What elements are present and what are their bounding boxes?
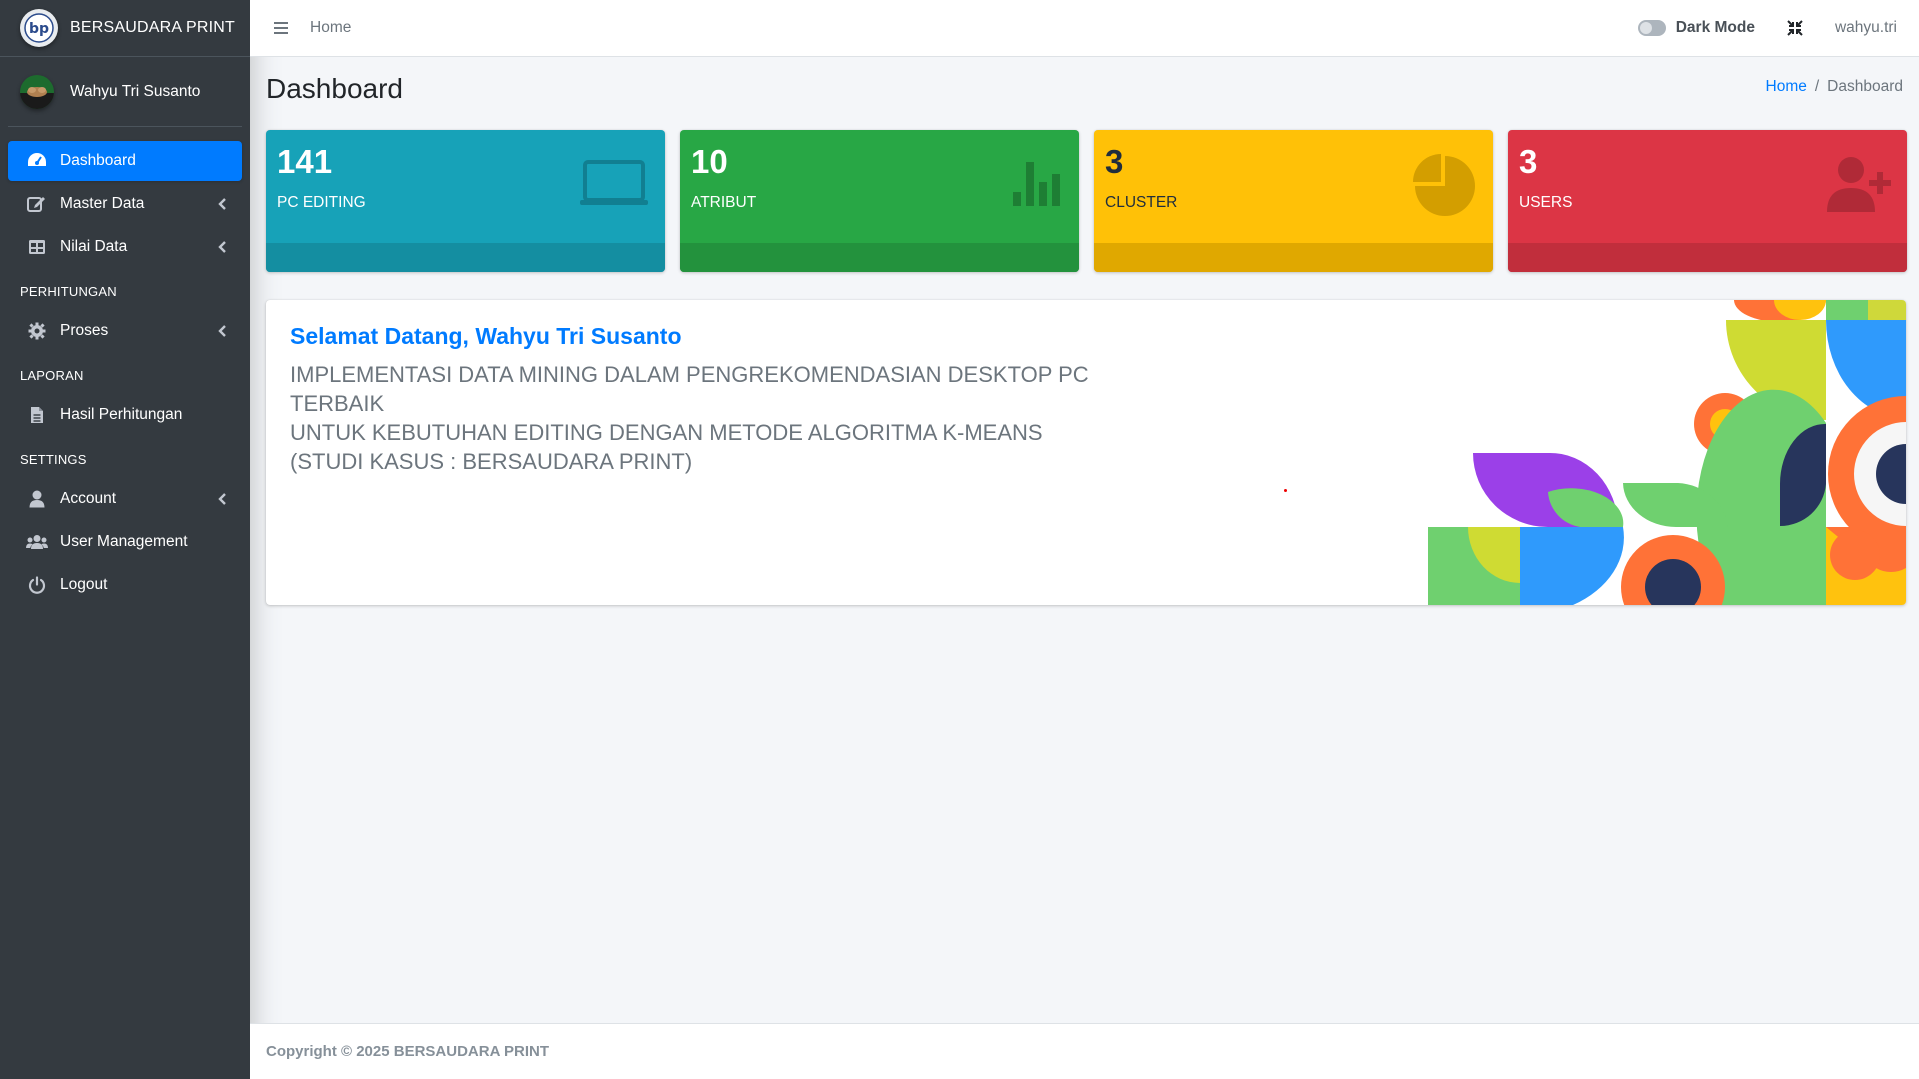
fullscreen-icon[interactable]: [1785, 18, 1805, 38]
stat-box-pc-editing[interactable]: 141 PC EDITING: [266, 130, 665, 272]
welcome-line-1: IMPLEMENTASI DATA MINING DALAM PENGREKOM…: [290, 362, 1089, 416]
user-avatar-icon: [20, 74, 54, 109]
document-icon: [26, 404, 48, 426]
stat-box-users[interactable]: 3 USERS: [1508, 130, 1907, 272]
stat-box-footer[interactable]: [1508, 243, 1907, 272]
breadcrumb-separator: /: [1814, 78, 1820, 95]
breadcrumb-current: Dashboard: [1827, 78, 1903, 95]
topbar: Home Dark Mode wahyu.tri: [250, 0, 1919, 57]
sidebar-nav: Dashboard Master Data Nilai Data PERHITU…: [0, 127, 250, 605]
bar-chart-icon: [1011, 160, 1065, 213]
chevron-left-icon: [216, 325, 228, 337]
nav-header-laporan: LAPORAN: [20, 368, 84, 383]
stat-box-footer[interactable]: [1094, 243, 1493, 272]
sidebar-item-label: Logout: [60, 576, 108, 593]
nav-header-perhitungan: PERHITUNGAN: [20, 284, 117, 299]
sidebar-item-hasil-perhitungan[interactable]: Hasil Perhitungan: [8, 395, 242, 435]
stat-box-atribut[interactable]: 10 ATRIBUT: [680, 130, 1079, 272]
top-nav-home-link[interactable]: Home: [310, 19, 351, 37]
user-plus-icon: [1827, 156, 1893, 217]
sidebar-item-label: Dashboard: [60, 152, 136, 169]
welcome-card: Selamat Datang, Wahyu Tri Susanto IMPLEM…: [266, 300, 1906, 605]
copyright-text: Copyright © 2025 BERSAUDARA PRINT: [266, 1043, 550, 1060]
chevron-left-icon: [216, 241, 228, 253]
sidebar-item-nilai-data[interactable]: Nilai Data: [8, 227, 242, 267]
stat-boxes: 141 PC EDITING 10 ATRIBUT 3 CLUSTER 3 US…: [266, 130, 1907, 272]
page-title: Dashboard: [266, 73, 403, 104]
power-icon: [26, 574, 48, 596]
gear-icon: [26, 320, 48, 342]
user-icon: [26, 488, 48, 510]
welcome-line-3: (STUDI KASUS : BERSAUDARA PRINT): [290, 449, 693, 474]
brand-name: BERSAUDARA PRINT: [70, 19, 236, 36]
sidebar: bp BERSAUDARA PRINT Wahyu Tri Susanto Da…: [0, 0, 250, 1079]
sidebar-item-label: Nilai Data: [60, 238, 128, 255]
welcome-line-2: UNTUK KEBUTUHAN EDITING DENGAN METODE AL…: [290, 420, 1043, 445]
sidebar-item-proses[interactable]: Proses: [8, 311, 242, 351]
username-menu[interactable]: wahyu.tri: [1835, 19, 1897, 37]
users-icon: [26, 531, 48, 553]
sidebar-item-master-data[interactable]: Master Data: [8, 184, 242, 224]
dashboard-icon: [26, 150, 48, 172]
sidebar-item-label: Account: [60, 490, 117, 507]
laptop-icon: [579, 160, 649, 213]
nav-header-settings: SETTINGS: [20, 452, 87, 467]
breadcrumb: Home / Dashboard: [1766, 78, 1904, 96]
stat-box-footer[interactable]: [266, 243, 665, 272]
hamburger-menu-icon[interactable]: [266, 13, 296, 43]
user-name: Wahyu Tri Susanto: [70, 82, 201, 100]
red-dot-marker: [1284, 489, 1287, 492]
user-panel[interactable]: Wahyu Tri Susanto: [8, 57, 242, 127]
svg-text:bp: bp: [29, 21, 49, 37]
sidebar-item-label: Proses: [60, 322, 109, 339]
brand-link[interactable]: bp BERSAUDARA PRINT: [0, 0, 250, 57]
dark-mode-toggle[interactable]: [1637, 20, 1666, 36]
sidebar-item-logout[interactable]: Logout: [8, 565, 242, 605]
sidebar-item-label: User Management: [60, 533, 188, 550]
dark-mode-label: Dark Mode: [1675, 19, 1755, 36]
welcome-description: IMPLEMENTASI DATA MINING DALAM PENGREKOM…: [290, 360, 1170, 476]
welcome-title: Selamat Datang, Wahyu Tri Susanto: [290, 323, 682, 349]
sidebar-item-label: Master Data: [60, 195, 145, 212]
sidebar-item-account[interactable]: Account: [8, 479, 242, 519]
topbar-right: Dark Mode wahyu.tri: [1637, 0, 1919, 56]
footer: Copyright © 2025 BERSAUDARA PRINT: [250, 1023, 1919, 1079]
edit-icon: [26, 193, 48, 215]
pie-chart-icon: [1413, 152, 1477, 221]
stat-box-footer[interactable]: [680, 243, 1079, 272]
sidebar-item-user-management[interactable]: User Management: [8, 522, 242, 562]
stat-box-cluster[interactable]: 3 CLUSTER: [1094, 130, 1493, 272]
breadcrumb-home-link[interactable]: Home: [1766, 78, 1807, 96]
table-icon: [26, 236, 48, 258]
sidebar-item-dashboard[interactable]: Dashboard: [8, 141, 242, 181]
sidebar-item-label: Hasil Perhitungan: [60, 406, 183, 423]
chevron-left-icon: [216, 198, 228, 210]
decorative-shapes-illustration: [1428, 300, 1906, 605]
chevron-left-icon: [216, 493, 228, 505]
bp-logo-icon: bp: [20, 9, 58, 47]
